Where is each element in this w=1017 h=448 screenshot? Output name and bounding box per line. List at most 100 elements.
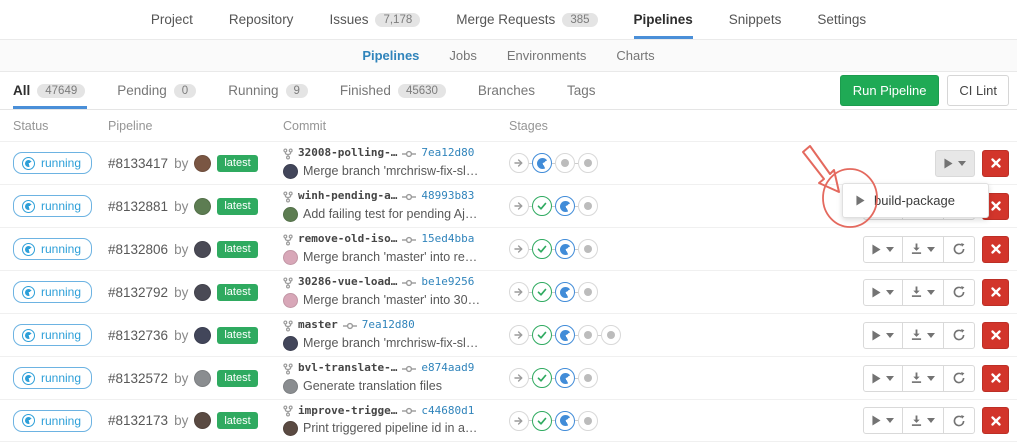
- main-nav-item-snippets[interactable]: Snippets: [729, 0, 782, 39]
- commit-sha-link[interactable]: e874aad9: [421, 360, 474, 377]
- cancel-pipeline-button[interactable]: [982, 365, 1009, 392]
- stage-running-icon[interactable]: [555, 411, 575, 431]
- stage-passed-icon[interactable]: [532, 368, 552, 388]
- tab-tags[interactable]: Tags: [551, 72, 612, 109]
- commit-sha-link[interactable]: 15ed4bba: [421, 231, 474, 248]
- commit-message-link[interactable]: Merge branch 'master' into re…: [303, 248, 477, 267]
- subnav-item-charts[interactable]: Charts: [616, 48, 654, 63]
- stage-created-icon[interactable]: [578, 153, 598, 173]
- stage-skipped-icon[interactable]: [509, 411, 529, 431]
- retry-pipeline-button[interactable]: [943, 236, 975, 263]
- main-nav-item-pipelines[interactable]: Pipelines: [634, 0, 693, 39]
- commit-author-avatar[interactable]: [283, 336, 298, 351]
- tab-pending[interactable]: Pending 0: [101, 72, 212, 109]
- stage-created-icon[interactable]: [578, 239, 598, 259]
- commit-sha-link[interactable]: 7ea12d80: [421, 145, 474, 162]
- commit-message-link[interactable]: Merge branch 'master' into 30…: [303, 291, 480, 310]
- play-manual-jobs-button[interactable]: [863, 322, 903, 349]
- stage-passed-icon[interactable]: [532, 196, 552, 216]
- cancel-pipeline-button[interactable]: [982, 322, 1009, 349]
- main-nav-item-merge-requests[interactable]: Merge Requests 385: [456, 0, 597, 39]
- tab-branches[interactable]: Branches: [462, 72, 551, 109]
- stage-passed-icon[interactable]: [532, 239, 552, 259]
- play-manual-jobs-button[interactable]: [863, 279, 903, 306]
- download-artifacts-button[interactable]: [902, 365, 944, 392]
- download-artifacts-button[interactable]: [902, 322, 944, 349]
- branch-name-link[interactable]: improve-trigge…: [298, 403, 397, 420]
- stage-running-icon[interactable]: [555, 368, 575, 388]
- download-artifacts-button[interactable]: [902, 236, 944, 263]
- stage-skipped-icon[interactable]: [509, 196, 529, 216]
- commit-message-link[interactable]: Merge branch 'mrchrisw-fix-sl…: [303, 162, 478, 181]
- stage-created-icon[interactable]: [578, 282, 598, 302]
- cancel-pipeline-button[interactable]: [982, 236, 1009, 263]
- status-badge[interactable]: running: [13, 152, 92, 174]
- status-badge[interactable]: running: [13, 367, 92, 389]
- stage-passed-icon[interactable]: [532, 282, 552, 302]
- branch-name-link[interactable]: 30286-vue-load…: [298, 274, 397, 291]
- tab-all[interactable]: All 47649: [13, 72, 101, 109]
- retry-pipeline-button[interactable]: [943, 322, 975, 349]
- branch-name-link[interactable]: remove-old-iso…: [298, 231, 397, 248]
- stage-running-icon[interactable]: [555, 239, 575, 259]
- cancel-pipeline-button[interactable]: [982, 150, 1009, 177]
- pipeline-id-link[interactable]: #8132806: [108, 242, 168, 257]
- commit-sha-link[interactable]: c44680d1: [421, 403, 474, 420]
- stage-running-icon[interactable]: [532, 153, 552, 173]
- stage-running-icon[interactable]: [555, 325, 575, 345]
- commit-author-avatar[interactable]: [283, 207, 298, 222]
- pipeline-id-link[interactable]: #8132881: [108, 199, 168, 214]
- main-nav-item-settings[interactable]: Settings: [817, 0, 866, 39]
- stage-skipped-icon[interactable]: [509, 239, 529, 259]
- subnav-item-environments[interactable]: Environments: [507, 48, 586, 63]
- main-nav-item-issues[interactable]: Issues 7,178: [329, 0, 420, 39]
- status-badge[interactable]: running: [13, 410, 92, 432]
- stage-passed-icon[interactable]: [532, 325, 552, 345]
- commit-message-link[interactable]: Add failing test for pending Aj…: [303, 205, 477, 224]
- status-badge[interactable]: running: [13, 238, 92, 260]
- download-artifacts-button[interactable]: [902, 279, 944, 306]
- commit-sha-link[interactable]: be1e9256: [421, 274, 474, 291]
- user-avatar[interactable]: [194, 327, 211, 344]
- cancel-pipeline-button[interactable]: [982, 407, 1009, 434]
- branch-name-link[interactable]: master: [298, 317, 338, 334]
- ci-lint-button[interactable]: CI Lint: [947, 75, 1009, 106]
- stage-created-icon[interactable]: [578, 368, 598, 388]
- commit-author-avatar[interactable]: [283, 293, 298, 308]
- status-badge[interactable]: running: [13, 195, 92, 217]
- stage-skipped-icon[interactable]: [509, 153, 529, 173]
- pipeline-id-link[interactable]: #8132173: [108, 413, 168, 428]
- pipeline-id-link[interactable]: #8132736: [108, 328, 168, 343]
- commit-sha-link[interactable]: 48993b83: [421, 188, 474, 205]
- stage-running-icon[interactable]: [555, 196, 575, 216]
- commit-sha-link[interactable]: 7ea12d80: [362, 317, 415, 334]
- user-avatar[interactable]: [194, 241, 211, 258]
- play-manual-jobs-button[interactable]: [863, 365, 903, 392]
- main-nav-item-project[interactable]: Project: [151, 0, 193, 39]
- play-manual-jobs-button[interactable]: [935, 150, 975, 177]
- run-pipeline-button[interactable]: Run Pipeline: [840, 75, 940, 106]
- play-manual-jobs-button[interactable]: [863, 407, 903, 434]
- status-badge[interactable]: running: [13, 281, 92, 303]
- branch-name-link[interactable]: 32008-polling-…: [298, 145, 397, 162]
- stage-skipped-icon[interactable]: [509, 368, 529, 388]
- pipeline-id-link[interactable]: #8132792: [108, 285, 168, 300]
- user-avatar[interactable]: [194, 198, 211, 215]
- play-manual-jobs-button[interactable]: [863, 236, 903, 263]
- user-avatar[interactable]: [194, 284, 211, 301]
- user-avatar[interactable]: [194, 155, 211, 172]
- subnav-item-jobs[interactable]: Jobs: [449, 48, 476, 63]
- stage-created-icon[interactable]: [578, 196, 598, 216]
- user-avatar[interactable]: [194, 370, 211, 387]
- stage-created-icon[interactable]: [578, 325, 598, 345]
- stage-skipped-icon[interactable]: [509, 325, 529, 345]
- commit-author-avatar[interactable]: [283, 379, 298, 394]
- cancel-pipeline-button[interactable]: [982, 279, 1009, 306]
- branch-name-link[interactable]: bvl-translate-…: [298, 360, 397, 377]
- commit-message-link[interactable]: Generate translation files: [303, 377, 442, 396]
- play-dropdown-item[interactable]: build-package: [843, 187, 988, 214]
- stage-skipped-icon[interactable]: [509, 282, 529, 302]
- stage-created-icon[interactable]: [601, 325, 621, 345]
- user-avatar[interactable]: [194, 412, 211, 429]
- commit-author-avatar[interactable]: [283, 164, 298, 179]
